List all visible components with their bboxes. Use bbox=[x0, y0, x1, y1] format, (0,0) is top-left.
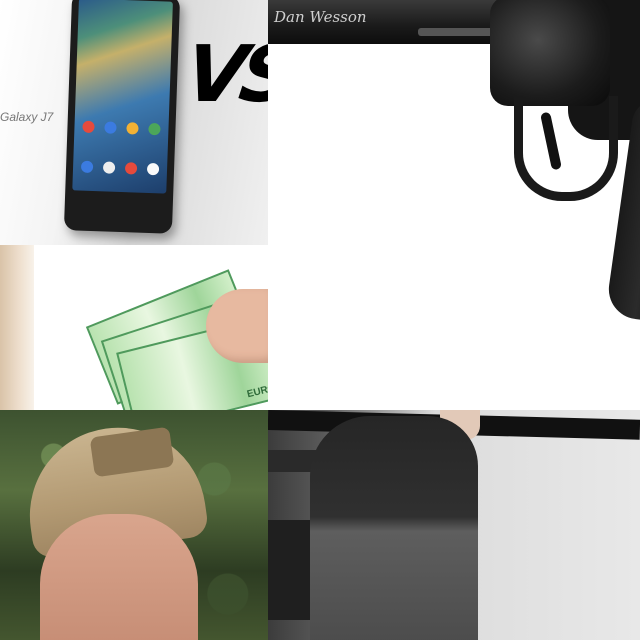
trigger-guard bbox=[514, 96, 618, 201]
smartphone-image bbox=[63, 0, 181, 234]
banknote-text: EURO bbox=[245, 382, 268, 401]
money-tile: EURO bbox=[0, 245, 268, 410]
phone-comparison-tile: Galaxy J7 VS bbox=[0, 0, 268, 245]
vs-text: VS bbox=[179, 30, 268, 120]
grey-sweater-torso bbox=[310, 416, 478, 640]
revolver-engraving: Dan Wesson bbox=[274, 8, 367, 26]
person-face bbox=[40, 514, 198, 640]
partial-face-edge bbox=[0, 245, 34, 410]
sweater-person-tile bbox=[268, 410, 640, 640]
galaxy-label: Galaxy J7 bbox=[0, 110, 54, 124]
revolver-tile: Dan Wesson bbox=[268, 0, 640, 410]
revolver-cylinder bbox=[490, 0, 610, 106]
cap-person-tile bbox=[0, 410, 268, 640]
revolver-barrel: Dan Wesson bbox=[268, 0, 518, 44]
